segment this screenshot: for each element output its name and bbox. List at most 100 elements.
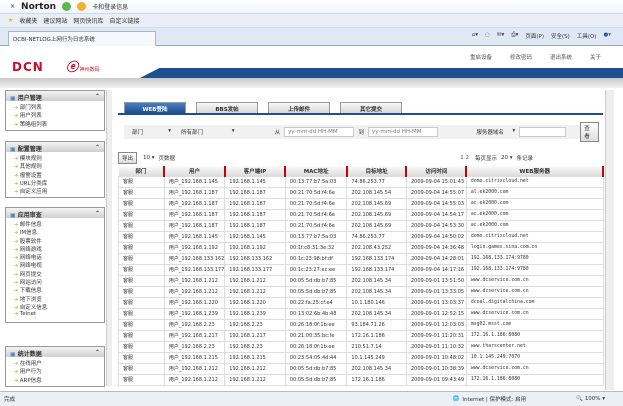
sidebar-section: ▣ 统计数据 ⌃ 在线用户用户行为ARP信息 [5,346,105,387]
safety-menu[interactable]: 安全(S) [551,32,570,40]
field-select[interactable]: 部门 ▾ [132,128,171,136]
sidebar-item[interactable]: 其他规则 [6,162,104,170]
sidebar-item[interactable]: 下载信息 [6,286,104,294]
sidebar-item[interactable]: 在线用户 [6,359,104,367]
sidebar-item[interactable]: 部门列表 [6,103,104,111]
collapse-icon[interactable]: ⌃ [95,210,100,217]
table-cell: 客服 [118,252,165,265]
zoom-level: 100% [584,396,601,402]
sidebar-section-header[interactable]: ▣ 配置管理 ⌃ [6,142,104,153]
sidebar-item[interactable]: 模块规则 [6,154,104,162]
norton-safe-icon[interactable] [62,2,72,11]
fav-custom-links[interactable]: 自定义链接 [109,16,139,25]
favorites-button[interactable]: 收藏夹 [19,16,37,25]
sidebar-section-header[interactable]: ▣ 应用审查 ⌃ [6,208,104,219]
sidebar-item[interactable]: 自定义信息 [6,303,104,311]
norton-logo[interactable]: Norton [21,2,56,12]
fav-suggested-sites[interactable]: 建议网站 [43,16,67,25]
table-cell: 192.168.1.239 [224,307,286,320]
field-select-value: 部门 [132,130,144,136]
sidebar-item[interactable]: 网络电视 [6,261,104,269]
sidebar-scrollbar[interactable] [106,90,112,386]
collapse-icon[interactable]: ⌃ [95,93,100,100]
sidebar-item[interactable]: 网页提交 [6,270,104,278]
server-search-input[interactable] [519,127,567,137]
table-row: 客服 用户_192.168.1.187 192.168.1.187 00:21:70:… [118,197,604,210]
sidebar-item[interactable]: 自定义应用 [6,187,104,195]
sidebar-section-header[interactable]: ▣ 统计数据 ⌃ [6,347,104,358]
table-cell: 2009-09-01 12:52:15 [405,307,467,320]
page-links[interactable]: 1 2 [460,155,469,161]
column-header[interactable]: WEB服务器 [466,166,604,176]
table-row: 客服 用户_192.168.1.212 192.168.1.212 00:05:5d:… [118,274,604,287]
about-link[interactable]: 关于 [590,53,601,61]
column-header[interactable]: 访问时间 [406,166,468,176]
sidebar-section: ▣ 用户管理 ⌃ 部门列表用户列表策略组列表 [5,90,105,131]
table-cell: 用户_192.168.133.177 [163,263,226,276]
table-cell: 2009-09-01 13:51:50 [405,274,467,287]
table-cell: 客服 [118,230,165,243]
table-cell: 00:22:fa:25:cf:e4 [284,296,348,309]
home-icon[interactable]: ⌂▾ [472,32,478,40]
browser-tab[interactable]: DCBI-NETLOG上网行为日志系统 [8,31,156,46]
table-cell: al.ek2000.com [465,186,604,199]
sidebar-item[interactable]: IM信息 [6,228,104,236]
page-size-select[interactable]: 10 ▾ [143,155,155,161]
sidebar-item[interactable]: Telnet [6,311,104,319]
sidebar-item[interactable]: 网络游戏 [6,245,104,253]
sidebar-item[interactable]: 邮件信息 [6,220,104,228]
collapse-icon[interactable]: ⌃ [95,144,100,151]
sidebar-item[interactable]: 网络电话 [6,253,104,261]
page-scrollbar[interactable] [605,90,614,390]
column-header[interactable]: 部门 [118,166,166,176]
column-header[interactable]: 客户端IP [224,166,287,176]
restart-device-link[interactable]: 重启设备 [470,53,492,61]
tab-bbs-post[interactable]: BBS发帖 [196,102,258,113]
change-password-link[interactable]: 修改密码 [510,53,532,61]
search-button[interactable]: 查看 [580,122,599,142]
print-icon[interactable]: ⎙▾ [511,32,518,40]
table-cell: www.dcservice.com.cn [465,285,604,298]
sidebar-item[interactable]: 策略组列表 [6,120,104,128]
logout-link[interactable]: 退出系统 [550,53,572,61]
sidebar-item[interactable]: 报警设置 [6,171,104,179]
to-date-input[interactable]: yy-mm-dd HH-MM [367,127,439,137]
table-cell: 2009-09-01 11:20:31 [405,329,467,342]
tab-other-submit[interactable]: 其它提交 [340,102,402,113]
tools-menu[interactable]: 工具(O) [577,32,597,40]
department-select[interactable]: 所有部门 ▾ [181,128,235,136]
identity-safe-button[interactable]: 卡和登录信息 [92,2,128,11]
tab-web-login[interactable]: WEB登陆 [124,102,186,113]
column-header[interactable]: 目标地址 [346,166,408,176]
fav-web-slice[interactable]: 网页快讯库 [73,16,103,25]
sidebar-item[interactable]: 地下浏览 [6,295,104,303]
sidebar-item[interactable]: 用户行为 [6,367,104,375]
column-header[interactable]: MAC地址 [285,166,348,176]
feeds-icon[interactable]: ◌ [485,32,490,40]
sidebar-item[interactable]: 网站访问 [6,278,104,286]
filter-bar: 部门 ▾ 所有部门 ▾ 从 yy-mm-dd HH-MM 到 yy-mm-dd HH… [124,122,599,142]
table-cell: 192.168.133.174:9780 [465,252,604,265]
collapse-icon[interactable]: ⌃ [95,349,100,356]
sidebar-section-header[interactable]: ▣ 用户管理 ⌃ [6,91,104,102]
close-icon[interactable]: × [10,3,15,10]
sidebar-item[interactable]: URL分类库 [6,179,104,187]
sidebar-item[interactable]: ARP信息 [6,376,104,384]
help-icon[interactable]: ●▾ [603,32,611,40]
table-cell: 00:21:70:5d:f4:6e [284,186,348,199]
page-size-value: 10 [143,155,151,161]
server-field-select[interactable]: 服务器域名 ▾ [476,128,515,136]
per-page-select[interactable]: 20 ▾ [501,155,513,161]
sidebar-item[interactable]: 股票软件 [6,237,104,245]
column-header[interactable]: 用户 [164,166,226,176]
tab-upload-mail[interactable]: 上传邮件 [268,102,330,113]
table-cell: 192.168.2.23 [224,318,286,331]
zoom-control[interactable]: 🔍 100% ▾ [576,396,605,402]
table-cell: 用户_192.168.1.187 [163,219,226,232]
from-date-input[interactable]: yy-mm-dd HH-MM [284,127,355,137]
page-menu[interactable]: 页面(P) [525,32,544,40]
to-label: 到 [358,130,364,136]
export-button[interactable]: 导出 [118,152,138,164]
mail-icon[interactable]: ✉▾ [497,32,504,40]
sidebar-item[interactable]: 用户列表 [6,111,104,119]
